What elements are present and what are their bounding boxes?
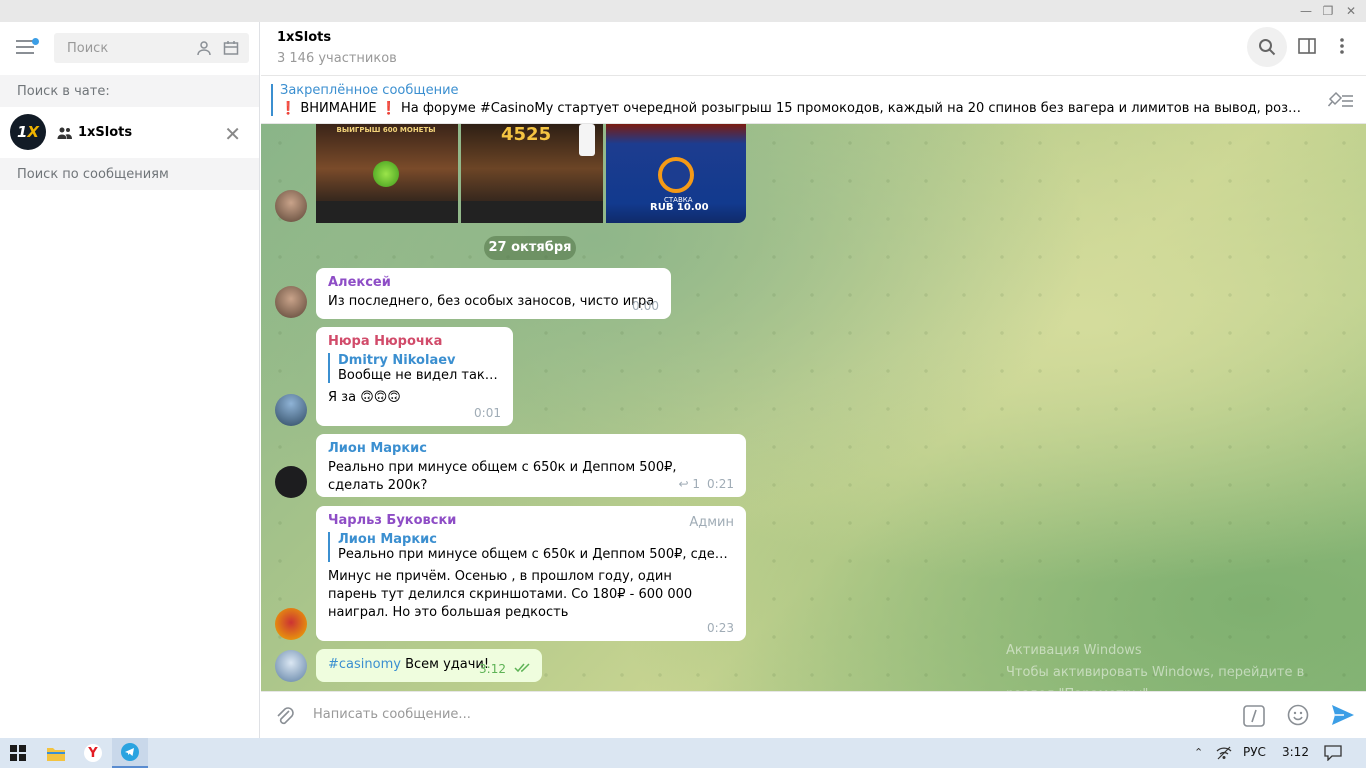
emoji: 🙃🙃🙃 bbox=[360, 390, 401, 405]
message-sender[interactable]: Нюра Нюрочка bbox=[328, 334, 501, 349]
telegram-taskbar-icon[interactable] bbox=[112, 738, 148, 768]
reply-arrow-icon: ↩ bbox=[678, 477, 689, 491]
date-divider: 27 октября bbox=[484, 236, 576, 260]
reply-author: Dmitry Nikolaev bbox=[338, 353, 456, 368]
emoji-icon[interactable] bbox=[1287, 704, 1309, 726]
pinned-message[interactable]: Закреплённое сообщение ❗ ВНИМАНИЕ ❗ На ф… bbox=[261, 76, 1366, 124]
pinned-text: ❗ ВНИМАНИЕ ❗ На форуме #CasinoMy стартуе… bbox=[280, 101, 1310, 116]
send-icon[interactable] bbox=[1331, 704, 1355, 726]
message-text: Минус не причём. Осенью , в прошлом году… bbox=[328, 569, 693, 620]
reply-quote[interactable]: Лион Маркис Реально при минусе общем с 6… bbox=[328, 532, 734, 562]
screenshot-thumbnail[interactable]: 4525 bbox=[461, 124, 603, 223]
taskbar-clock[interactable]: 3:12 bbox=[1282, 745, 1309, 759]
chat-title[interactable]: 1xSlots bbox=[277, 30, 331, 45]
spin-button-image bbox=[373, 161, 399, 187]
chat-header: 1xSlots 3 146 участников bbox=[261, 22, 1366, 76]
hashtag-link[interactable]: #casinomy bbox=[328, 657, 401, 672]
chat-avatar: 1X bbox=[10, 114, 46, 150]
thumb-caption: ВЫИГРЫШ 600 МОНЕТЫ bbox=[336, 126, 436, 134]
message-sender[interactable]: Лион Маркис bbox=[328, 441, 734, 456]
avatar-text-x: X bbox=[27, 123, 39, 141]
message-time: 0:21 bbox=[707, 477, 734, 491]
thumb-sidebar bbox=[579, 124, 595, 156]
avatar[interactable] bbox=[275, 650, 307, 682]
windows-taskbar: Y ⌃ РУС 3:12 bbox=[0, 738, 1366, 768]
admin-badge: Админ bbox=[689, 515, 734, 530]
avatar[interactable] bbox=[275, 286, 307, 318]
close-icon[interactable]: ✕ bbox=[224, 122, 241, 146]
member-count: 3 146 участников bbox=[277, 51, 397, 66]
avatar[interactable] bbox=[275, 466, 307, 498]
message-bubble[interactable]: Чарльз Буковски Админ Лион Маркис Реальн… bbox=[316, 506, 746, 641]
message-bubble[interactable]: Лион Маркис Реально при минусе общем с 6… bbox=[316, 434, 746, 497]
message-text: Всем удачи! bbox=[400, 657, 490, 672]
message-bubble[interactable]: Нюра Нюрочка Dmitry Nikolaev Вообще не в… bbox=[316, 327, 513, 426]
attach-icon[interactable] bbox=[275, 705, 295, 727]
screenshot-thumbnail[interactable]: СТАВКА RUB 10.00 bbox=[606, 124, 746, 223]
contacts-icon[interactable] bbox=[196, 40, 212, 56]
own-message-bubble[interactable]: #casinomy Всем удачи! 3:12 bbox=[316, 649, 542, 682]
yandex-browser-icon[interactable]: Y bbox=[75, 738, 111, 768]
group-icon bbox=[57, 127, 72, 139]
read-checkmarks-icon bbox=[514, 663, 530, 673]
reply-quote[interactable]: Dmitry Nikolaev Вообще не видел таког... bbox=[328, 353, 501, 383]
search-placeholder: Поиск bbox=[67, 41, 109, 56]
unpin-icon[interactable] bbox=[1328, 90, 1354, 110]
left-panel: Поиск Поиск в чате: 1X 1xSlots ✕ Поиск п… bbox=[0, 22, 260, 738]
message-time: 0:01 bbox=[474, 406, 501, 420]
thumb-win-amount: 4525 bbox=[501, 124, 552, 145]
pinned-title: Закреплённое сообщение bbox=[280, 83, 459, 98]
tray-chevron-icon[interactable]: ⌃ bbox=[1194, 746, 1203, 759]
notification-dot bbox=[32, 38, 39, 45]
search-in-chat-label: Поиск в чате: bbox=[0, 75, 259, 107]
message-input[interactable]: Написать сообщение... bbox=[313, 707, 471, 722]
search-input[interactable]: Поиск bbox=[54, 33, 249, 63]
thumb-footer bbox=[316, 201, 458, 223]
message-time: 3:12 bbox=[479, 662, 506, 676]
replies-indicator[interactable]: ↩ 1 bbox=[678, 477, 700, 491]
sidebar-toggle-icon[interactable] bbox=[1297, 36, 1317, 56]
message-text: Реально при минусе общем с 650к и Деппом… bbox=[328, 460, 677, 493]
reply-author: Лион Маркис bbox=[338, 532, 437, 547]
reply-text: Реально при минусе общем с 650к и Деппом… bbox=[338, 547, 734, 562]
chat-name: 1xSlots bbox=[78, 125, 133, 140]
message-bubble[interactable]: Алексей Из последнего, без особых заносо… bbox=[316, 268, 671, 319]
message-sender[interactable]: Чарльз Буковски bbox=[328, 513, 734, 528]
notification-center-icon[interactable] bbox=[1324, 745, 1342, 761]
pinned-bar bbox=[271, 84, 273, 116]
watermark-line: Активация Windows bbox=[1006, 643, 1142, 658]
avatar[interactable] bbox=[275, 190, 307, 222]
thumb-bet-value: RUB 10.00 bbox=[650, 202, 709, 213]
avatar[interactable] bbox=[275, 394, 307, 426]
file-explorer-icon[interactable] bbox=[38, 738, 74, 768]
search-icon[interactable] bbox=[1247, 27, 1287, 67]
message-time: 0:00 bbox=[632, 299, 659, 313]
close-window-icon[interactable]: ✕ bbox=[1341, 3, 1361, 19]
avatar-text-1: 1 bbox=[16, 123, 28, 141]
search-messages-label[interactable]: Поиск по сообщениям bbox=[0, 158, 259, 190]
thumb-footer bbox=[461, 201, 603, 223]
watermark-line: Чтобы активировать Windows, перейдите в bbox=[1006, 665, 1305, 680]
screenshot-thumbnail[interactable]: ВЫИГРЫШ 600 МОНЕТЫ bbox=[316, 124, 458, 223]
minimize-icon[interactable]: — bbox=[1296, 3, 1316, 19]
search-chat-chip[interactable]: 1X 1xSlots ✕ bbox=[0, 108, 259, 158]
message-input-bar: Написать сообщение... bbox=[261, 691, 1366, 738]
message-time: 0:23 bbox=[707, 621, 734, 635]
spin-button-image bbox=[658, 157, 694, 193]
windows-start-icon[interactable] bbox=[0, 738, 36, 768]
more-options-icon[interactable] bbox=[1332, 36, 1352, 56]
message-sender[interactable]: Алексей bbox=[328, 275, 659, 290]
bot-commands-icon[interactable] bbox=[1243, 705, 1265, 727]
calendar-icon[interactable] bbox=[223, 40, 239, 56]
avatar[interactable] bbox=[275, 608, 307, 640]
window-titlebar: — ❐ ✕ bbox=[0, 0, 1366, 22]
message-text: Из последнего, без особых заносов, чисто… bbox=[328, 294, 655, 309]
restore-icon[interactable]: ❐ bbox=[1318, 3, 1338, 19]
replies-count: 1 bbox=[692, 477, 700, 491]
keyboard-language[interactable]: РУС bbox=[1243, 745, 1266, 759]
chat-area[interactable]: ВЫИГРЫШ 600 МОНЕТЫ 4525 СТАВКА RUB 10.00… bbox=[261, 124, 1366, 691]
reply-text: Вообще не видел таког... bbox=[338, 368, 501, 383]
network-icon[interactable] bbox=[1216, 746, 1232, 760]
message-text: Я за bbox=[328, 390, 357, 405]
